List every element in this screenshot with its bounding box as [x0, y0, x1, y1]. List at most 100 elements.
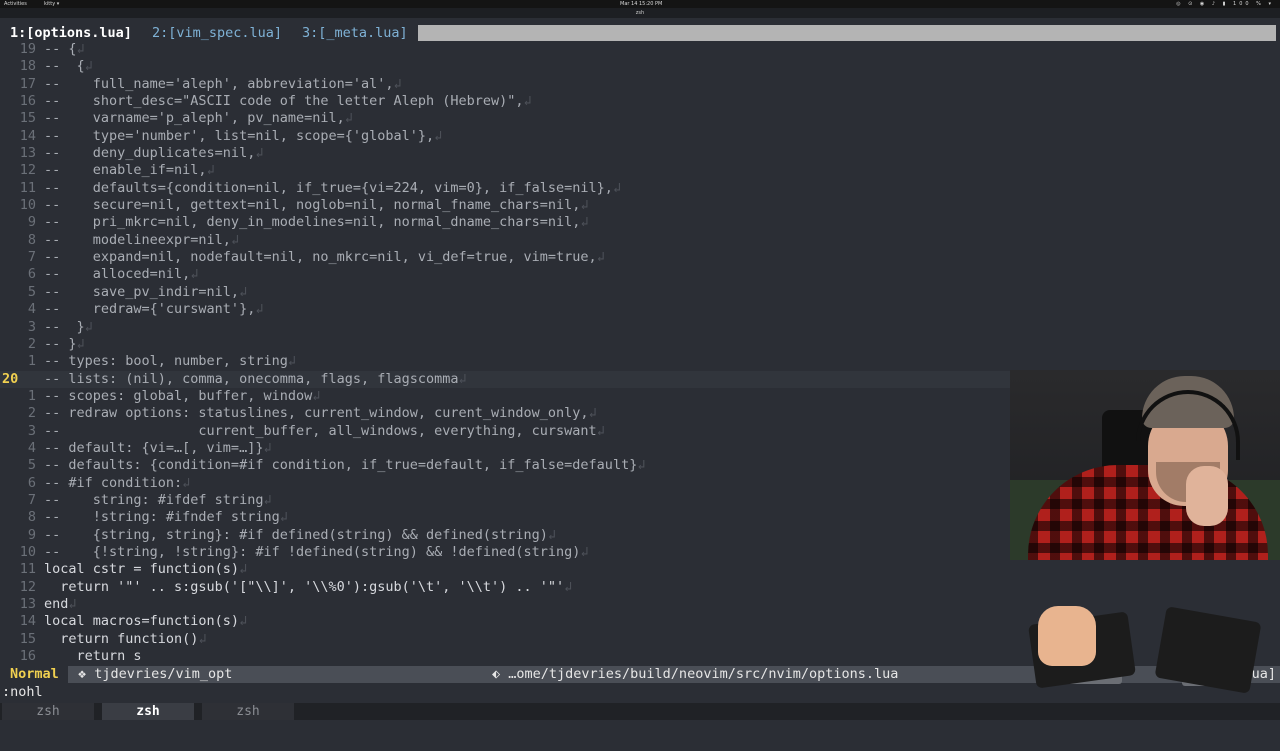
line-content[interactable]: -- default: {vi=…[, vim=…]}↲ [44, 440, 272, 457]
line-content[interactable]: -- pri_mkrc=nil, deny_in_modelines=nil, … [44, 214, 589, 231]
tab-meta-lua[interactable]: 3:[_meta.lua] [302, 24, 408, 42]
line-content[interactable]: return function()↲ [44, 630, 206, 648]
line-content[interactable]: -- scopes: global, buffer, window↲ [44, 388, 320, 405]
line-number: 12 [19, 162, 36, 179]
line-content[interactable]: -- {↲ [44, 41, 85, 58]
line-number: 15 [19, 630, 36, 647]
line-content[interactable]: -- }↲ [44, 336, 85, 353]
line-content[interactable]: -- current_buffer, all_windows, everythi… [44, 423, 605, 440]
tab-vim-spec-lua[interactable]: 2:[vim_spec.lua] [152, 24, 282, 42]
line-number: 20 [2, 370, 19, 387]
code-line[interactable]: 11 local cstr = function(s)↲ [0, 561, 1280, 578]
eol-marker: ↲ [68, 596, 77, 612]
line-number: 17 [19, 75, 36, 92]
command-line[interactable]: :nohl [2, 684, 43, 700]
code-line[interactable]: 4 -- redraw={'curswant'},↲ [0, 301, 1280, 318]
line-content[interactable]: -- #if condition:↲ [44, 475, 190, 492]
line-content[interactable]: -- }↲ [44, 319, 93, 336]
code-line[interactable]: 7 -- expand=nil, nodefault=nil, no_mkrc=n… [0, 249, 1280, 266]
editor-buffer[interactable]: 19 -- {↲ 18 -- {↲ 17 -- full_name='aleph', ab… [0, 41, 1280, 665]
code-line[interactable]: 14 -- type='number', list=nil, scope={'gl… [0, 128, 1280, 145]
webcam-hand [1186, 466, 1228, 526]
terminal-tab-1[interactable]: zsh [2, 703, 94, 720]
code-line[interactable]: 1 -- types: bool, number, string↲ [0, 353, 1280, 370]
code-text: return s [44, 648, 142, 665]
line-content[interactable]: -- {!string, !string}: #if !defined(stri… [44, 544, 589, 561]
code-line[interactable]: 3 -- }↲ [0, 319, 1280, 336]
code-line[interactable]: 19 -- {↲ [0, 41, 1280, 58]
tab-options-lua[interactable]: 1:[options.lua] [10, 24, 132, 42]
line-content[interactable]: -- lists: (nil), comma, onecomma, flags,… [44, 371, 467, 388]
line-content[interactable]: -- redraw={'curswant'},↲ [44, 301, 263, 318]
line-content[interactable]: -- string: #ifdef string↲ [44, 492, 272, 509]
line-content[interactable]: -- short_desc="ASCII code of the letter … [44, 93, 532, 110]
line-content[interactable]: -- alloced=nil,↲ [44, 266, 198, 283]
clock[interactable]: Mar 14 15:20 PM [620, 0, 662, 8]
line-number: 1 [27, 387, 36, 404]
line-content[interactable]: -- varname='p_aleph', pv_name=nil,↲ [44, 110, 353, 127]
activities-button[interactable]: Activities [4, 0, 27, 8]
file-path: ⬖ …ome/tjdevries/build/neovim/src/nvim/o… [492, 666, 899, 682]
line-number: 11 [19, 179, 36, 196]
eol-marker: ↲ [230, 231, 240, 248]
eol-marker: ↲ [312, 387, 321, 404]
code-line[interactable]: 6 -- alloced=nil,↲ [0, 266, 1280, 283]
code-text: return function() [44, 630, 199, 647]
line-content[interactable]: -- enable_if=nil,↲ [44, 162, 215, 179]
webcam-overlay [1010, 370, 1280, 560]
code-line[interactable]: 16 -- short_desc="ASCII code of the lette… [0, 93, 1280, 110]
code-line[interactable]: 8 -- modelineexpr=nil,↲ [0, 232, 1280, 249]
line-content[interactable]: return '"' .. s:gsub('["\\]', '\\%0'):gs… [44, 579, 572, 596]
code-line[interactable]: 17 -- full_name='aleph', abbreviation='al… [0, 76, 1280, 93]
line-content[interactable]: -- save_pv_indir=nil,↲ [44, 284, 247, 301]
eol-marker: ↲ [76, 335, 85, 352]
line-content[interactable]: -- secure=nil, gettext=nil, noglob=nil, … [44, 197, 589, 214]
keyboard-right-half [1154, 606, 1262, 694]
app-menu[interactable]: kitty ▾ [44, 0, 59, 8]
code-line[interactable]: 13 -- deny_duplicates=nil,↲ [0, 145, 1280, 162]
code-line[interactable]: 9 -- pri_mkrc=nil, deny_in_modelines=nil,… [0, 214, 1280, 231]
code-line[interactable]: 10 -- secure=nil, gettext=nil, noglob=nil… [0, 197, 1280, 214]
code-line[interactable]: 2 -- }↲ [0, 336, 1280, 353]
line-content[interactable]: -- defaults={condition=nil, if_true={vi=… [44, 180, 621, 197]
tabline-fill [418, 25, 1276, 41]
eol-marker: ↲ [76, 41, 85, 57]
mode-indicator: Normal [0, 666, 68, 683]
line-content[interactable]: -- !string: #ifndef string↲ [44, 509, 288, 526]
line-content[interactable]: -- defaults: {condition=#if condition, i… [44, 457, 645, 474]
system-status-icons[interactable]: ◎ ⊙ ◉ ♪ ▮ 100 % ▾ [1176, 0, 1274, 8]
line-content[interactable]: local cstr = function(s)↲ [44, 561, 247, 578]
code-line[interactable]: 18 -- {↲ [0, 58, 1280, 75]
code-line[interactable]: 11 -- defaults={condition=nil, if_true={v… [0, 180, 1280, 197]
line-content[interactable]: -- redraw options: statuslines, current_… [44, 405, 597, 422]
line-content[interactable]: -- {string, string}: #if defined(string)… [44, 527, 556, 544]
line-content[interactable]: -- {↲ [44, 58, 93, 75]
eol-marker: ↲ [239, 613, 248, 630]
line-content[interactable]: local macros=function(s)↲ [44, 613, 247, 630]
code-line[interactable]: 12 -- enable_if=nil,↲ [0, 162, 1280, 179]
vim-tabline: 1:[options.lua] 2:[vim_spec.lua] 3:[_met… [0, 24, 1280, 42]
line-content[interactable]: -- modelineexpr=nil,↲ [44, 232, 239, 249]
line-number: 5 [27, 283, 36, 300]
code-line[interactable]: 5 -- save_pv_indir=nil,↲ [0, 284, 1280, 301]
eol-marker: ↲ [612, 179, 622, 196]
terminal-tab-2[interactable]: zsh [102, 703, 194, 720]
line-number: 7 [27, 491, 36, 508]
code-line[interactable]: 15 -- varname='p_aleph', pv_name=nil,↲ [0, 110, 1280, 127]
line-content[interactable]: -- deny_duplicates=nil,↲ [44, 145, 263, 162]
line-number: 3 [27, 422, 36, 439]
line-content[interactable]: -- full_name='aleph', abbreviation='al',… [44, 76, 402, 93]
comment-text: -- redraw={'curswant'}, [44, 301, 256, 318]
line-content[interactable]: -- types: bool, number, string↲ [44, 353, 296, 370]
line-content[interactable]: -- type='number', list=nil, scope={'glob… [44, 128, 442, 145]
line-number: 9 [27, 214, 36, 231]
eol-marker: ↲ [547, 526, 557, 543]
terminal-tab-3[interactable]: zsh [202, 703, 294, 720]
line-content[interactable]: return s [44, 648, 142, 665]
comment-text: -- full_name='aleph', abbreviation='al', [44, 75, 394, 92]
code-line[interactable]: 12 return '"' .. s:gsub('["\\]', '\\%0')… [0, 579, 1280, 596]
line-content[interactable]: -- expand=nil, nodefault=nil, no_mkrc=ni… [44, 249, 605, 266]
comment-text: -- } [44, 335, 77, 352]
line-content[interactable]: end↲ [44, 596, 77, 613]
comment-text: -- short_desc="ASCII code of the letter … [44, 93, 524, 110]
